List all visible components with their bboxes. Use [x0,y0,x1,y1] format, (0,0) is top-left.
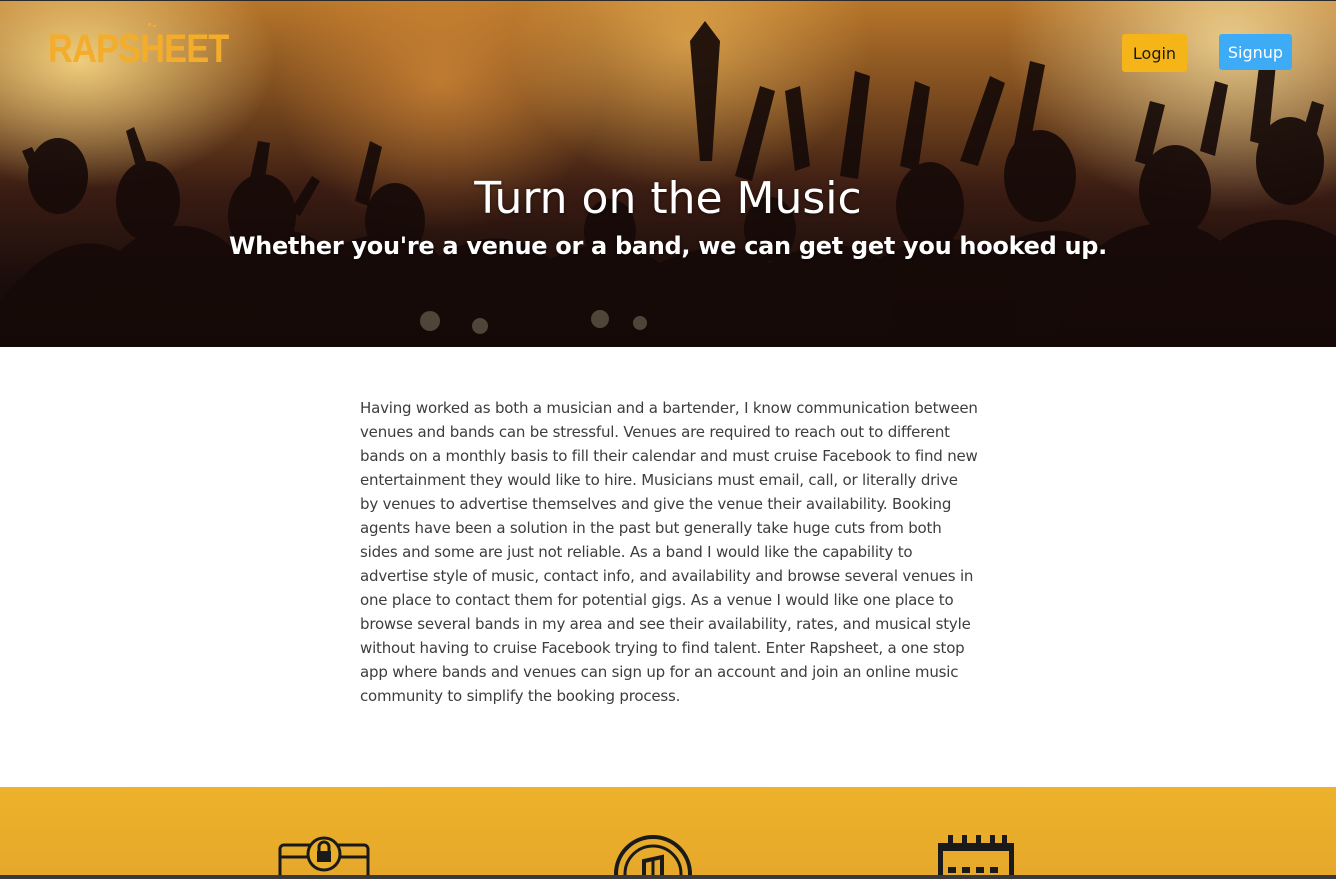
hero-banner: RAPSHEET Login Signup Turn on the Music … [0,1,1336,347]
window-bottom-edge [0,875,1336,879]
features-band [0,787,1336,875]
hero-title: Turn on the Music [474,173,862,224]
hero-subtitle: Whether you're a venue or a band, we can… [228,232,1107,260]
secure-account-icon [278,836,370,875]
login-button[interactable]: Login [1122,34,1187,72]
calendar-icon [938,835,1014,875]
brand-logo-text: RAPSHEET [48,27,229,71]
brand-logo[interactable]: RAPSHEET [48,23,258,69]
equalizer-icon [148,23,156,27]
signup-button[interactable]: Signup [1219,34,1292,70]
vinyl-record-icon [614,835,692,875]
about-paragraph: Having worked as both a musician and a b… [360,399,978,705]
